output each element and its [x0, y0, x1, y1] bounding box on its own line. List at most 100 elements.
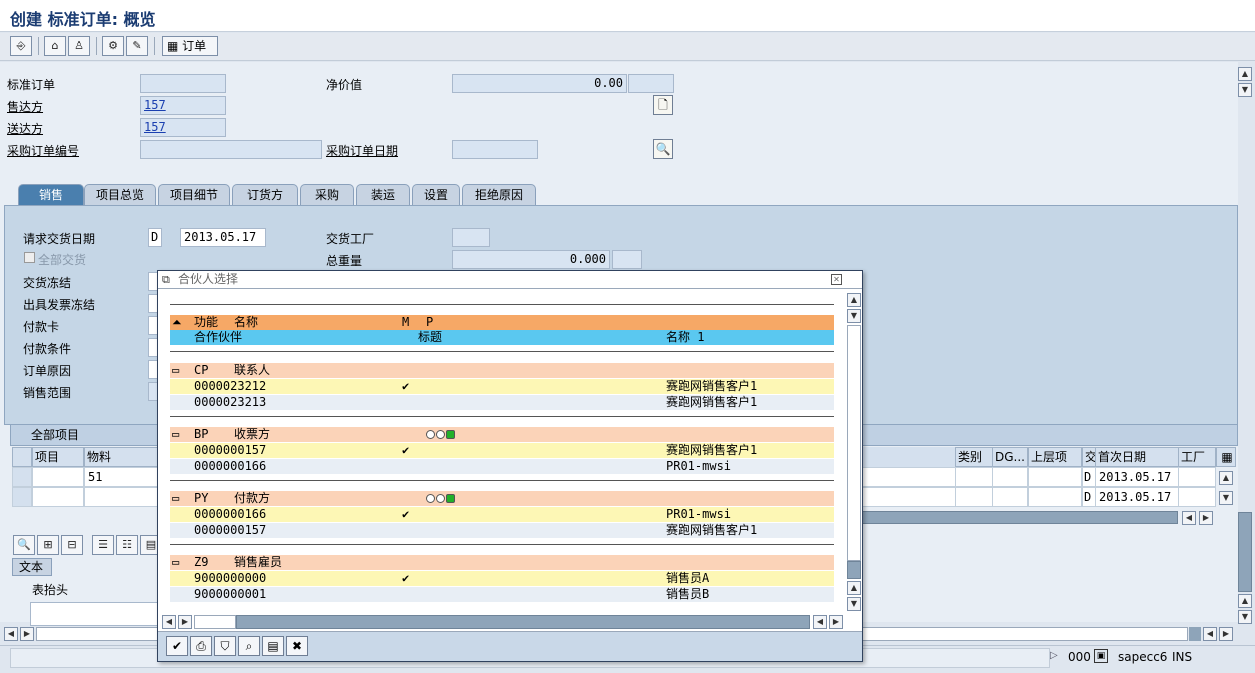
complete-delivery-checkbox[interactable] [24, 252, 35, 263]
item-cell[interactable] [32, 487, 84, 507]
folder-icon[interactable]: ▭ [172, 427, 179, 442]
dialog-scroll-up-icon[interactable]: ▲ [847, 293, 861, 307]
list-item[interactable]: 0000000157 ✔ 赛跑网销售客户1 [170, 443, 834, 458]
ship-to-field[interactable]: 157 [140, 118, 226, 137]
weight-unit-field[interactable] [612, 250, 642, 269]
col-deliv[interactable]: 交 [1082, 447, 1096, 467]
filter-icon[interactable]: ⛉ [214, 636, 236, 656]
po-number-field[interactable] [140, 140, 322, 159]
list-item[interactable]: 9000000000 ✔ 销售员A [170, 571, 834, 586]
col-plant[interactable]: 工厂 [1178, 447, 1216, 467]
list-item[interactable]: 0000023212 ✔ 赛跑网销售客户1 [170, 379, 834, 394]
tab-item-overview[interactable]: 项目总览 [84, 184, 156, 206]
header-text-area[interactable] [30, 602, 160, 626]
partner-group-py[interactable]: ▭ PY 付款方 [170, 491, 834, 506]
po-date-label[interactable]: 采购订单日期 [326, 142, 398, 159]
first-date-cell[interactable]: 2013.05.17 [1095, 487, 1179, 507]
deliv-cell[interactable]: D [1082, 467, 1096, 487]
dialog-hscroll-thumb[interactable] [236, 615, 810, 629]
first-date-cell[interactable]: 2013.05.17 [1095, 467, 1179, 487]
dg-cell[interactable] [992, 487, 1028, 507]
tab-settings[interactable]: 设置 [412, 184, 460, 206]
tab-ordering-party[interactable]: 订货方 [232, 184, 298, 206]
list-item[interactable]: 0000000166 PR01-mwsi [170, 459, 834, 474]
collapse-icon[interactable]: ⏶ [172, 315, 182, 330]
dialog-scroll-right-icon[interactable]: ▶ [829, 615, 843, 629]
print-icon[interactable]: ⎙ [190, 636, 212, 656]
date-unit-field[interactable]: D [148, 228, 162, 247]
dialog-scroll-left-icon[interactable]: ◀ [162, 615, 176, 629]
currency-field[interactable] [628, 74, 674, 93]
deliv-cell[interactable]: D [1082, 487, 1096, 507]
main-scroll-up-icon[interactable]: ▲ [1238, 67, 1252, 81]
folder-icon[interactable]: ▭ [172, 555, 179, 570]
main-scroll-up-icon[interactable]: ▲ [1238, 594, 1252, 608]
session-info-icon[interactable]: ▣ [1094, 649, 1108, 663]
po-date-field[interactable] [452, 140, 538, 159]
items-hscroll-thumb[interactable] [860, 511, 1178, 524]
item-cell[interactable] [32, 467, 84, 487]
table-row[interactable] [860, 487, 956, 507]
req-delivery-date-field[interactable]: 2013.05.17 [180, 228, 266, 247]
scroll-down-icon[interactable]: ▼ [1219, 491, 1233, 505]
col-dg[interactable]: DG... [992, 447, 1028, 467]
ship-to-label[interactable]: 送达方 [7, 120, 43, 137]
enter-icon[interactable]: ⎆ [10, 36, 32, 56]
hscroll-left-icon[interactable]: ◀ [4, 627, 18, 641]
layout-icon[interactable]: ▤ [262, 636, 284, 656]
confirm-icon[interactable]: ✔ [166, 636, 188, 656]
scroll-right-icon[interactable]: ▶ [1199, 511, 1213, 525]
text-tab[interactable]: 文本 [12, 558, 52, 576]
tab-rejection-reason[interactable]: 拒绝原因 [462, 184, 536, 206]
dialog-scroll-right-icon[interactable]: ▶ [178, 615, 192, 629]
partner-group-cp[interactable]: ▭ CP 联系人 [170, 363, 834, 378]
scroll-left-icon[interactable]: ◀ [1182, 511, 1196, 525]
find-icon[interactable]: ⌕ [238, 636, 260, 656]
folder-icon[interactable]: ▭ [172, 491, 179, 506]
dialog-scroll-down-icon[interactable]: ▼ [847, 597, 861, 611]
dialog-vscroll-track[interactable] [847, 325, 861, 561]
insert-row-icon[interactable]: ⊞ [37, 535, 59, 555]
hscroll-right-icon[interactable]: ▶ [20, 627, 34, 641]
settings-icon[interactable]: ⚙ [102, 36, 124, 56]
sold-to-label[interactable]: 售达方 [7, 98, 43, 115]
dialog-hscroll-track[interactable] [194, 615, 236, 629]
partner-group-z9[interactable]: ▭ Z9 销售雇员 [170, 555, 834, 570]
search-icon[interactable]: 🔍 [653, 139, 673, 159]
main-scroll-down-icon[interactable]: ▼ [1238, 83, 1252, 97]
std-order-field[interactable] [140, 74, 226, 93]
higher-item-cell[interactable] [1028, 467, 1082, 487]
row-selector[interactable] [12, 467, 32, 487]
main-scroll-down-icon[interactable]: ▼ [1238, 610, 1252, 624]
list-item[interactable]: 9000000001 销售员B [170, 587, 834, 602]
dialog-vscroll-thumb[interactable] [847, 561, 861, 579]
person-icon[interactable]: ♙ [68, 36, 90, 56]
list-icon[interactable]: ☰ [92, 535, 114, 555]
list-item[interactable]: 0000000166 ✔ PR01-mwsi [170, 507, 834, 522]
order-button[interactable]: ▦ 订单 [162, 36, 218, 56]
zoom-icon[interactable]: 🔍 [13, 535, 35, 555]
scroll-up-icon[interactable]: ▲ [1219, 471, 1233, 485]
tab-item-detail[interactable]: 项目细节 [158, 184, 230, 206]
document-icon[interactable]: 🗋 [653, 95, 673, 115]
tab-sales[interactable]: 销售 [18, 184, 84, 206]
hscroll-thumb[interactable] [1189, 627, 1201, 641]
main-vscroll-thumb[interactable] [1238, 512, 1252, 592]
display-doc-icon[interactable]: ⌂ [44, 36, 66, 56]
table-row[interactable] [860, 467, 956, 487]
material-cell[interactable]: 51 [84, 467, 158, 487]
detail-icon[interactable]: ☷ [116, 535, 138, 555]
dg-cell[interactable] [992, 467, 1028, 487]
material-cell[interactable] [84, 487, 158, 507]
list-item[interactable]: 0000023213 赛跑网销售客户1 [170, 395, 834, 410]
col-material[interactable]: 物料 [84, 447, 158, 467]
delivery-plant-field[interactable] [452, 228, 490, 247]
hscroll-left-icon[interactable]: ◀ [1203, 627, 1217, 641]
po-number-label[interactable]: 采购订单编号 [7, 142, 79, 159]
col-item[interactable]: 项目 [32, 447, 84, 467]
cancel-icon[interactable]: ✖ [286, 636, 308, 656]
dialog-scroll-down-icon[interactable]: ▼ [847, 309, 861, 323]
folder-icon[interactable]: ▭ [172, 363, 179, 378]
dialog-scroll-left-icon[interactable]: ◀ [813, 615, 827, 629]
plant-cell[interactable] [1178, 487, 1216, 507]
